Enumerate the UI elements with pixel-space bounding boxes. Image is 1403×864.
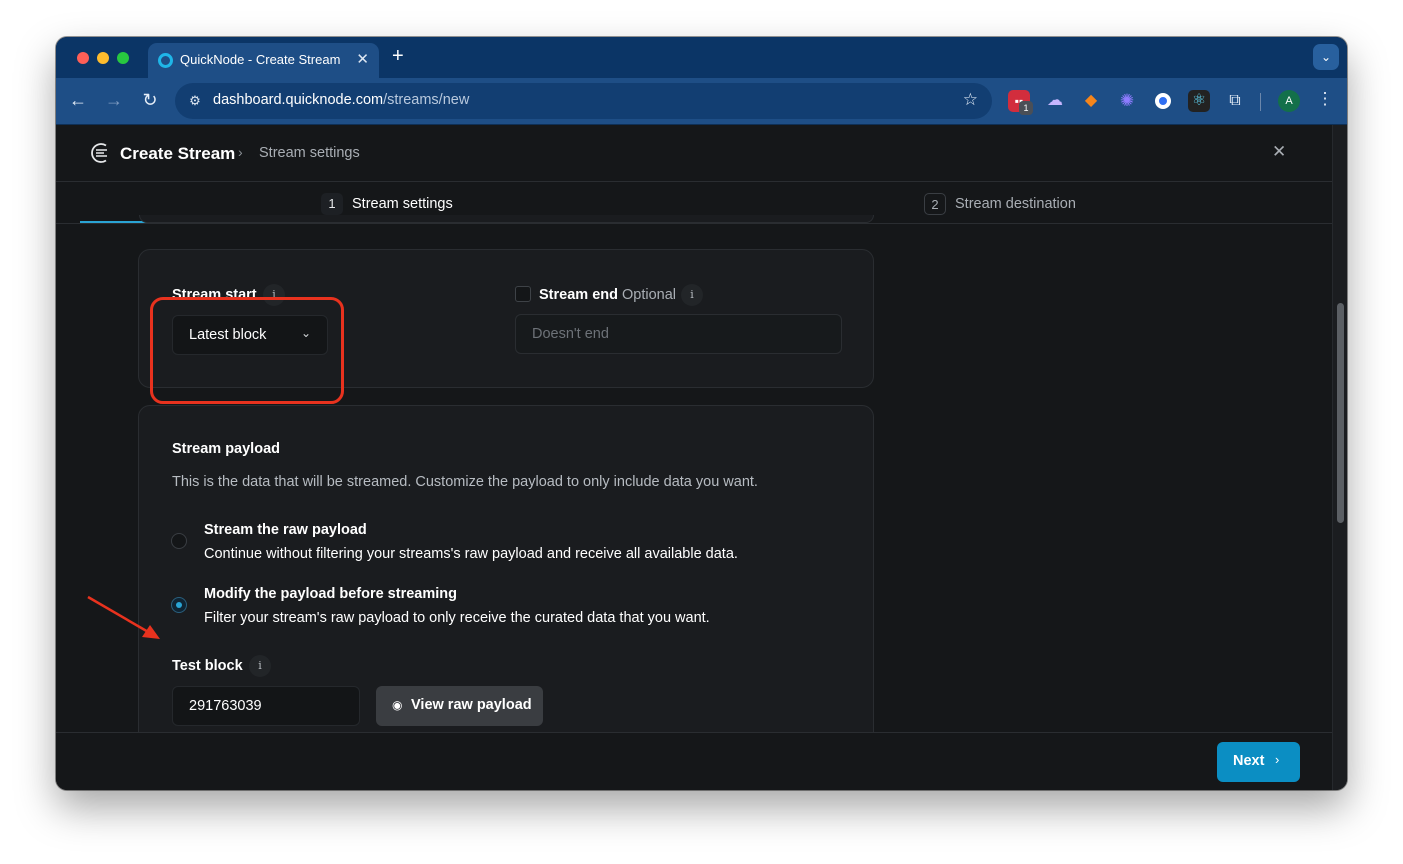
raw-payload-description: Continue without filtering your streams'… — [204, 546, 738, 562]
test-block-value: 291763039 — [189, 698, 262, 714]
page-scrollbar[interactable] — [1332, 125, 1347, 790]
browser-window: QuickNode - Create Stream ✕ + ⌄ ← → ↻ ⚙ … — [56, 37, 1347, 790]
stream-end-checkbox[interactable] — [515, 286, 531, 302]
browser-tab[interactable]: QuickNode - Create Stream ✕ — [148, 43, 379, 78]
stream-end-label-text: Stream end — [539, 287, 618, 303]
chevron-right-icon: › — [1275, 752, 1280, 767]
breadcrumb: Stream settings — [259, 145, 360, 161]
quicknode-favicon-icon — [158, 53, 173, 68]
eye-icon: ◉ — [392, 698, 403, 712]
url-text[interactable]: dashboard.quicknode.com/streams/new — [213, 92, 469, 108]
next-button[interactable]: Next › — [1217, 742, 1300, 782]
bookmark-star-icon[interactable]: ☆ — [963, 90, 978, 110]
back-arrow-icon[interactable]: ← — [66, 88, 90, 112]
extensions-puzzle-icon[interactable]: ⧉ — [1224, 90, 1246, 112]
forward-arrow-icon[interactable]: → — [102, 88, 126, 112]
test-block-input[interactable]: 291763039 — [172, 686, 360, 726]
maximize-window-button[interactable] — [117, 52, 129, 64]
stream-end-label: Stream end Optional — [539, 287, 676, 303]
next-label: Next — [1233, 753, 1265, 769]
test-block-label: Test block — [172, 658, 243, 674]
tab-stream-destination[interactable]: 2 Stream destination — [924, 193, 1076, 215]
extension-ghost-icon[interactable]: ☁ — [1044, 90, 1066, 112]
address-bar[interactable]: ⚙ dashboard.quicknode.com/streams/new ☆ — [175, 83, 992, 119]
new-tab-button[interactable]: + — [392, 46, 404, 66]
url-path: /streams/new — [383, 92, 470, 108]
info-icon[interactable]: i — [249, 655, 271, 677]
minimize-window-button[interactable] — [97, 52, 109, 64]
quicknode-logo-icon — [89, 142, 109, 164]
extension-gear-flower-icon[interactable]: ✺ — [1116, 90, 1138, 112]
tab-close-icon[interactable]: ✕ — [356, 50, 369, 68]
stream-end-placeholder: Doesn't end — [532, 326, 609, 342]
modify-payload-description: Filter your stream's raw payload to only… — [204, 610, 710, 626]
annotation-highlight-box — [150, 297, 344, 404]
profile-avatar[interactable]: A — [1278, 90, 1300, 112]
tab-search-icon[interactable]: ⌄ — [1313, 44, 1339, 70]
raw-payload-radio[interactable] — [171, 533, 187, 549]
browser-menu-icon[interactable]: ⋮ — [1316, 89, 1334, 109]
extension-react-icon[interactable]: ⚛ — [1188, 90, 1210, 112]
tab-title: QuickNode - Create Stream — [180, 52, 341, 67]
view-raw-payload-label: View raw payload — [411, 697, 532, 713]
extension-metamask-fox-icon[interactable]: ◆ — [1080, 90, 1102, 112]
scrollbar-thumb[interactable] — [1337, 303, 1344, 523]
reload-icon[interactable]: ↻ — [138, 88, 162, 112]
url-domain: dashboard.quicknode.com — [213, 92, 384, 108]
extension-todo-icon[interactable]: ▪▪ 1 — [1008, 90, 1033, 115]
payload-description: This is the data that will be streamed. … — [172, 474, 758, 490]
optional-tag: Optional — [622, 287, 677, 303]
info-icon[interactable]: i — [681, 284, 703, 306]
step-label: Stream destination — [955, 196, 1076, 212]
toolbar-divider — [1260, 93, 1261, 111]
step-number: 1 — [321, 193, 343, 215]
raw-payload-title[interactable]: Stream the raw payload — [204, 522, 367, 538]
browser-toolbar: ← → ↻ ⚙ dashboard.quicknode.com/streams/… — [56, 78, 1347, 125]
stream-end-input[interactable]: Doesn't end — [515, 314, 842, 354]
previous-card-edge — [139, 215, 874, 223]
extension-circle-icon[interactable] — [1152, 90, 1174, 112]
extension-badge: 1 — [1019, 101, 1033, 115]
close-window-button[interactable] — [77, 52, 89, 64]
page-content: Create Stream › Stream settings ✕ 1 Stre… — [56, 125, 1347, 790]
step-number: 2 — [924, 193, 946, 215]
page-footer: Next › — [56, 732, 1332, 790]
close-icon[interactable]: ✕ — [1272, 142, 1286, 162]
site-settings-icon[interactable]: ⚙ — [185, 91, 205, 111]
modify-payload-radio[interactable] — [171, 597, 187, 613]
tab-stream-settings[interactable]: 1 Stream settings — [321, 193, 453, 215]
annotation-arrow-icon — [87, 595, 160, 639]
breadcrumb-chevron-icon: › — [238, 144, 243, 160]
modify-payload-title[interactable]: Modify the payload before streaming — [204, 586, 457, 602]
browser-titlebar: QuickNode - Create Stream ✕ + ⌄ — [56, 37, 1347, 78]
step-label: Stream settings — [352, 196, 453, 212]
payload-title: Stream payload — [172, 441, 280, 457]
view-raw-payload-button[interactable]: ◉ View raw payload — [376, 686, 543, 726]
page-title: Create Stream — [120, 144, 236, 163]
page-header: Create Stream › Stream settings ✕ — [56, 125, 1332, 182]
